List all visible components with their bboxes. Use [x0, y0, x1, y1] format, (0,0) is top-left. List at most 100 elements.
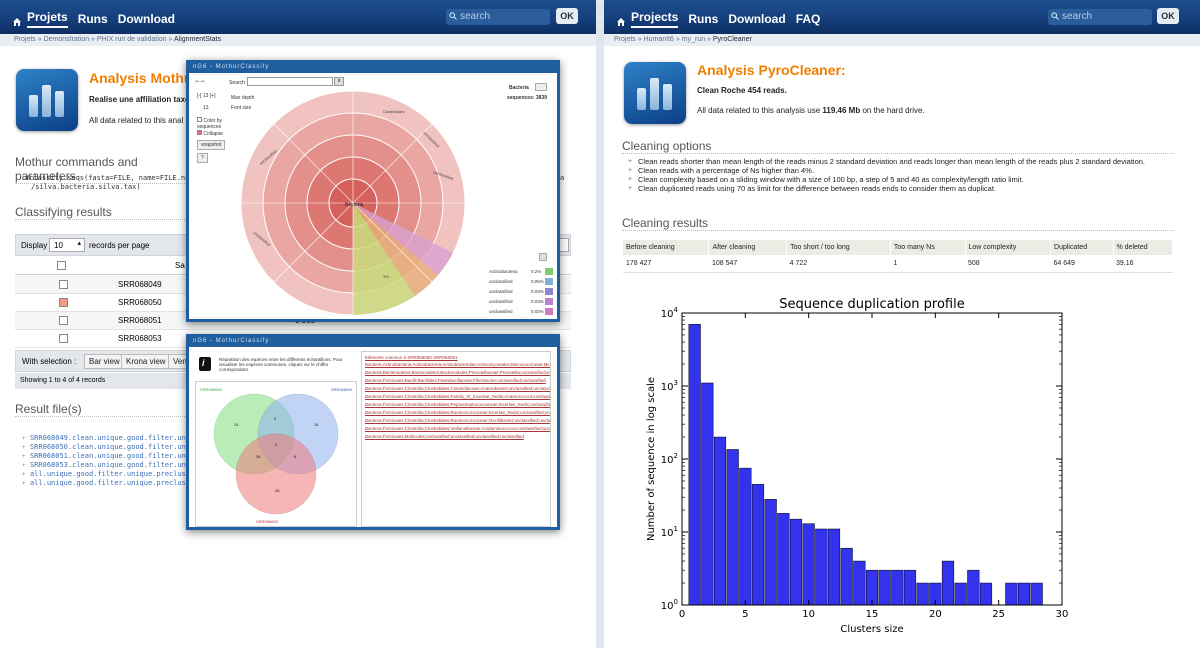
legend-item[interactable]: unclassified 0.03% [489, 287, 555, 297]
breadcrumb-item[interactable]: Projets [14, 36, 36, 43]
list-item[interactable]: Bacteria;Firmicutes;Clostridia;Clostridi… [365, 410, 550, 416]
x-tick-label: 0 [679, 609, 685, 620]
list-item[interactable]: Bacteria;Firmicutes;Clostridia;Clostridi… [365, 386, 550, 392]
max-depth-stepper[interactable]: [-] 13 [+] [197, 93, 215, 99]
list-item[interactable]: Bacteria;Firmicutes;Mollicutes;unclassif… [365, 434, 547, 440]
table-cell: 1 [890, 255, 965, 273]
list-item[interactable]: Bacteria;Firmicutes;Clostridia;Clostridi… [365, 426, 550, 432]
result-file-item: + SRR068053.clean.unique.good.filter.uni… [22, 454, 211, 469]
nav-runs[interactable]: Runs [688, 12, 718, 26]
legend-item[interactable]: Actinobacteria 0.2% [489, 267, 555, 277]
left-window: Projets Runs Download search OK Projets … [0, 0, 596, 648]
command-line: /silva.bacteria.silva.tax) [31, 183, 141, 191]
sample-name: SRR068051 [118, 316, 162, 325]
venn-diagram[interactable]: SRR068050 SRR068051 SRR068053 24 5 18 3 … [196, 382, 356, 526]
legend-swatch [545, 288, 553, 295]
list-item[interactable]: Bacteria;Firmicutes;Bacilli;Bacillales;P… [365, 378, 547, 384]
expand-icon[interactable]: + [628, 175, 632, 184]
krona-help-button[interactable]: ? [197, 153, 208, 163]
row-checkbox[interactable] [59, 334, 68, 343]
column-header[interactable]: Too short / too long [786, 240, 891, 255]
duplication-chart: Sequence duplication profile 0 5 10 15 20 25 30… [646, 297, 1069, 635]
legend-item[interactable]: unclassified 0.03% [489, 297, 555, 307]
snapshot-button[interactable]: snapshot [197, 140, 226, 150]
svg-text:SRR068053: SRR068053 [256, 519, 279, 524]
breadcrumb-item[interactable]: HumanIt6 [644, 36, 674, 43]
command-line-tail: a [560, 174, 565, 182]
nav-download[interactable]: Download [728, 12, 785, 26]
column-header[interactable]: After cleaning [708, 240, 788, 255]
list-item[interactable]: Bacteria;Actinobacteria;Actinobacteria;A… [365, 362, 550, 368]
venn-dialog: nG6 - MothurClassify i Répartition des e… [186, 334, 560, 530]
krona-back-button[interactable]: ⇦ ⇨ [195, 79, 205, 85]
chart-title: Sequence duplication profile [779, 297, 964, 312]
section-title: Result file(s) [15, 402, 187, 417]
nav-download[interactable]: Download [118, 12, 175, 26]
home-icon[interactable] [616, 14, 626, 26]
x-tick-label: 30 [1056, 609, 1069, 620]
krona-sunburst[interactable]: Bacteria unclassified unclassified uncla… [233, 73, 513, 319]
y-tick-label: 104 [661, 306, 679, 320]
legend-toggle-button[interactable] [539, 253, 547, 261]
sample-name: SRR068050 [118, 298, 162, 307]
search-ok-button[interactable]: OK [1157, 8, 1179, 24]
analysis-logo [624, 62, 686, 124]
column-header[interactable]: % deleted [1113, 240, 1173, 255]
page-size-select[interactable]: 10 ▴ [49, 238, 85, 252]
list-item[interactable]: Bacteria;Firmicutes;Clostridia;Clostridi… [365, 418, 550, 424]
cleaning-option-item: + Clean complexity based on a sliding win… [628, 175, 1024, 184]
breadcrumb-item[interactable]: PHIX run de validation [97, 36, 167, 43]
row-checkbox[interactable] [59, 298, 68, 307]
right-window: Projects Runs Download FAQ search OK Pro… [604, 0, 1200, 648]
column-header[interactable]: Before cleaning [623, 240, 710, 255]
result-file-link[interactable]: all.unique.good.filter.unique.precluster… [30, 479, 211, 487]
collapse-checkbox[interactable]: Collapse [197, 130, 223, 137]
result-file-item: + SRR068050.clean.unique.good.filter.uni… [22, 436, 211, 451]
list-item[interactable]: Bacteria;Firmicutes;Clostridia;Clostridi… [365, 394, 550, 400]
column-header[interactable]: Low complexity [965, 240, 1052, 255]
table-cell: 108 547 [708, 255, 787, 273]
chart-bar [802, 523, 815, 606]
expand-icon[interactable]: + [628, 184, 632, 193]
nav-runs[interactable]: Runs [78, 12, 108, 26]
nav-projects[interactable]: Projets [27, 10, 68, 28]
krona-details-button[interactable] [535, 83, 547, 91]
cleaning-options-list: + Clean reads shorter than mean length of… [628, 157, 1158, 193]
search-ok-button[interactable]: OK [556, 8, 578, 24]
color-by-checkbox[interactable]: Color by sequences [197, 117, 237, 130]
bar-view-button[interactable]: Bar view [84, 354, 125, 369]
row-checkbox[interactable] [59, 280, 68, 289]
breadcrumb: Projets » HumanIt6 » my_run » PyroCleane… [604, 34, 1200, 46]
legend-item[interactable]: unclassified 0.05% [489, 277, 555, 287]
result-file-item: + SRR068049.clean.unique.good.filter.uni… [22, 427, 211, 442]
column-header[interactable]: Too many Ns [890, 240, 966, 255]
section-title: Cleaning options [622, 139, 1174, 154]
nav-projects[interactable]: Projects [631, 10, 679, 28]
result-file-item: + all.unique.good.filter.unique.preclust… [22, 463, 211, 478]
breadcrumb-item[interactable]: my_run [682, 36, 705, 43]
legend-swatch [545, 298, 553, 305]
expand-icon[interactable]: + [628, 157, 632, 166]
disk-usage-text: All data related to this anal [89, 116, 184, 125]
nav-faq[interactable]: FAQ [796, 12, 821, 26]
chart-bar [777, 513, 790, 606]
home-icon[interactable] [12, 14, 22, 26]
krona-view-button[interactable]: Krona view [121, 354, 171, 369]
breadcrumb-item[interactable]: Demonstration [44, 36, 90, 43]
legend-swatch [545, 278, 553, 285]
legend-item[interactable]: unclassified 0.03% [489, 307, 555, 317]
list-item[interactable]: Bacteria;Firmicutes;Clostridia;Clostridi… [365, 402, 550, 408]
column-header[interactable]: Duplicated [1050, 240, 1114, 255]
search-input[interactable]: search [1048, 9, 1152, 25]
select-all-checkbox[interactable] [57, 261, 66, 270]
search-input[interactable]: search [446, 9, 550, 25]
chart-bar [1017, 582, 1031, 606]
x-tick-label: 20 [929, 609, 942, 620]
row-checkbox[interactable] [59, 316, 68, 325]
venn-description: Répartition des espèces entre les différ… [219, 357, 343, 372]
expand-icon[interactable]: + [628, 166, 632, 175]
table-search-input[interactable] [559, 238, 569, 252]
breadcrumb-item[interactable]: Projets [614, 36, 636, 43]
y-axis-label: Number of sequence in log scale [646, 377, 657, 541]
list-item[interactable]: Bacteria;Bacteroidetes;Bacteroidetes;Bac… [365, 370, 550, 376]
